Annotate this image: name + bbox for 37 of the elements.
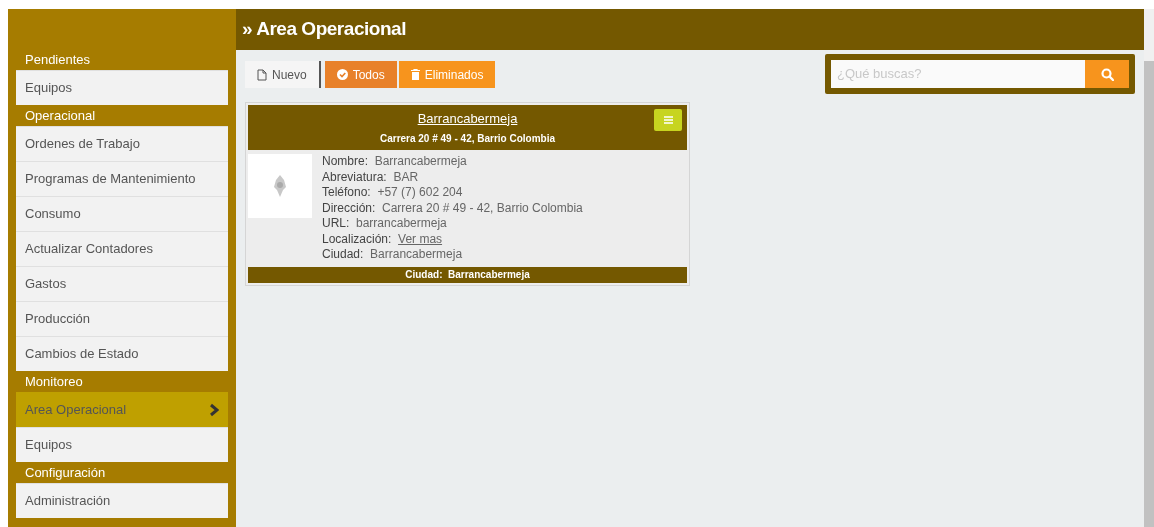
sidebar-item[interactable]: Programas de Mantenimiento — [16, 161, 228, 196]
trash-icon — [410, 69, 420, 80]
sidebar-item[interactable]: Equipos — [16, 427, 228, 462]
sidebar-item[interactable]: Producción — [16, 301, 228, 336]
field-line: Localización: Ver mas — [322, 231, 444, 247]
field-line: Abreviatura: BAR — [322, 169, 420, 185]
scrollbar-thumb[interactable] — [1144, 61, 1154, 527]
field-line: URL: barrancabermeja — [322, 216, 448, 232]
sidebar-item[interactable]: Administración — [16, 483, 228, 518]
card-address: Carrera 20 # 49 - 42, Barrio Colombia — [379, 132, 556, 147]
document-icon — [257, 68, 267, 81]
check-circle-icon — [336, 69, 348, 80]
sidebar-item[interactable]: Ordenes de Trabajo — [16, 126, 228, 161]
sidebar-item[interactable]: Actualizar Contadores — [16, 231, 228, 266]
search-icon — [1100, 67, 1114, 81]
sidebar-item[interactable]: Consumo — [16, 196, 228, 231]
search-button[interactable] — [1085, 60, 1129, 88]
sidebar-item[interactable]: Equipos — [16, 70, 228, 105]
sidebar-heading: Operacional — [24, 106, 97, 125]
page-title: » Area Operacional — [242, 17, 406, 42]
sidebar-item[interactable]: Cambios de Estado — [16, 336, 228, 371]
sidebar-heading: Monitoreo — [24, 372, 84, 391]
chevron-right-icon — [209, 402, 219, 417]
field-line: Teléfono: +57 (7) 602 204 — [322, 185, 464, 201]
sidebar-item[interactable]: Gastos — [16, 266, 228, 301]
field-line: Dirección: Carrera 20 # 49 - 42, Barrio Colombia — [322, 200, 583, 216]
sidebar-heading: Pendientes — [24, 50, 92, 69]
new-button[interactable]: Nuevo — [245, 61, 321, 88]
sidebar-heading: Configuración — [24, 463, 107, 482]
card-title-link[interactable]: Barrancabermeja — [417, 108, 518, 129]
menu-icon — [663, 116, 673, 124]
field-line: Nombre: Barrancabermeja — [322, 154, 468, 170]
map-link[interactable]: Ver mas — [398, 231, 443, 246]
card-footer: Ciudad: Barrancabermeja — [248, 266, 687, 283]
menu-button[interactable] — [654, 109, 682, 131]
emblem-icon — [273, 175, 287, 197]
field-line: Ciudad: Barrancabermeja — [322, 247, 464, 263]
